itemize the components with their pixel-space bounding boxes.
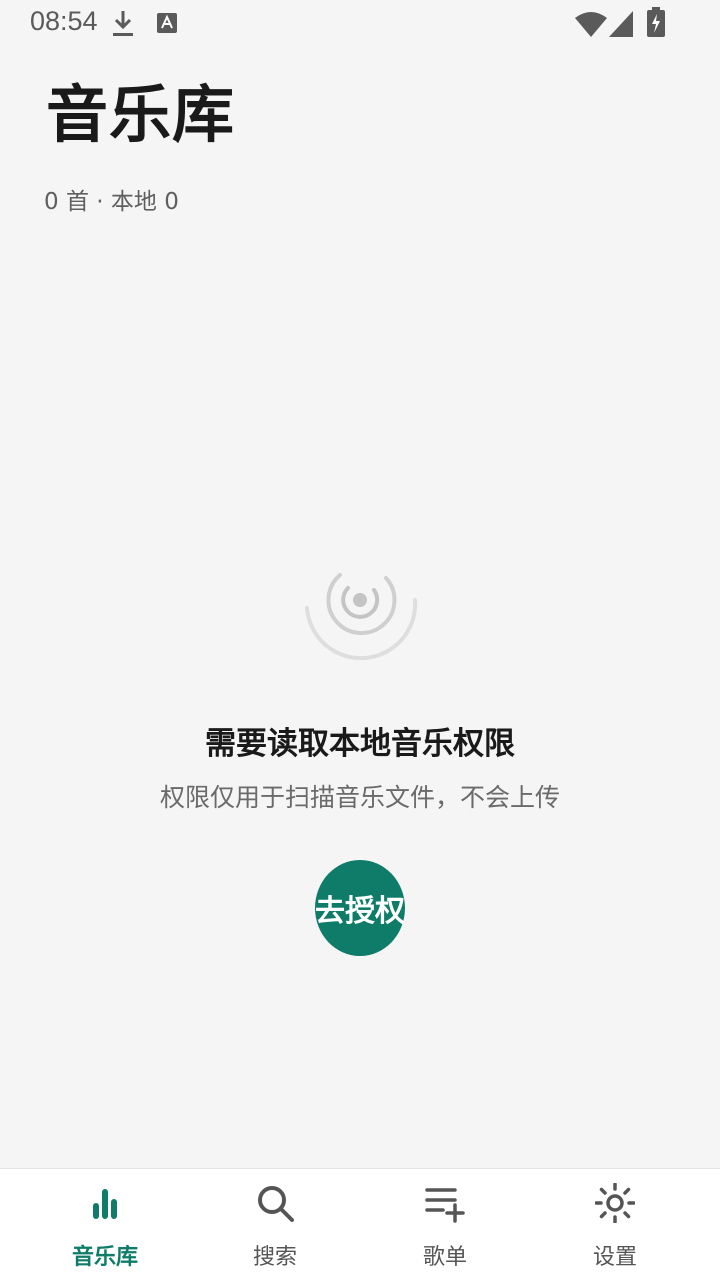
nav-label-library: 音乐库 [71,1245,138,1270]
nav-item-library[interactable]: 音乐库 [15,1169,195,1281]
library-bars-icon [85,1183,125,1223]
bottom-navigation: 音乐库 搜索 歌单 设置 [0,1168,720,1281]
permission-title: 需要读取本地音乐权限 [205,726,515,762]
permission-description: 权限仅用于扫描音乐文件，不会上传 [159,783,560,812]
keyboard-icon [156,12,178,38]
settings-sun-icon [594,1182,636,1224]
status-bar: 08:54 [0,0,720,48]
download-icon [110,8,136,42]
nav-label-playlist: 歌单 [422,1245,467,1270]
page-title: 音乐库 [46,78,236,151]
nav-item-settings[interactable]: 设置 [525,1169,705,1281]
nav-label-settings: 设置 [592,1245,637,1270]
nav-item-search[interactable]: 搜索 [185,1169,365,1281]
header: 音乐库 [46,84,235,146]
playlist-add-icon [425,1183,465,1223]
library-count-subtitle: 0 首 · 本地 0 [44,189,179,215]
nav-label-search: 搜索 [252,1245,297,1270]
music-radar-icon [290,548,430,668]
signal-icon [608,10,634,42]
battery-charging-icon [646,6,666,42]
nav-item-playlist[interactable]: 歌单 [355,1169,535,1281]
authorize-button[interactable]: 去授权 [315,860,405,956]
status-time: 08:54 [30,6,98,36]
wifi-icon [574,10,608,42]
search-icon [255,1183,295,1223]
